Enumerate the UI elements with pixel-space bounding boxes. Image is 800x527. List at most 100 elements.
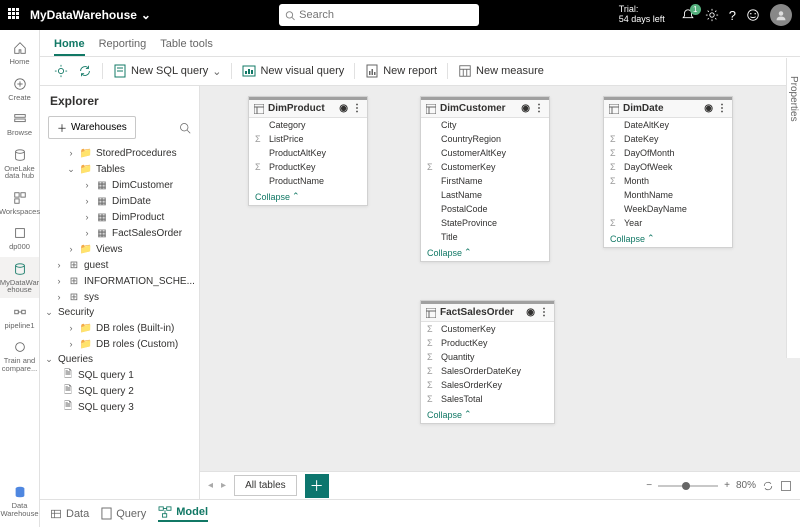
zoom-in-icon[interactable]: +	[724, 480, 730, 491]
help-icon[interactable]: ?	[729, 8, 736, 23]
app-launcher-icon[interactable]	[8, 8, 22, 22]
visibility-icon[interactable]: ◉	[704, 103, 713, 114]
tab-reporting[interactable]: Reporting	[99, 34, 147, 56]
nav-pipeline[interactable]: pipeline1	[0, 300, 39, 334]
collapse-button[interactable]: Collapse⌃	[421, 406, 554, 423]
explorer-search-icon[interactable]	[179, 122, 191, 134]
nav-datawarehouse-bottom[interactable]: Data Warehouse	[0, 480, 39, 521]
explorer-title: Explorer	[40, 86, 199, 116]
nav-prev-icon[interactable]: ◂	[208, 480, 213, 491]
nav-train[interactable]: Train and compare...	[0, 335, 39, 376]
settings-button[interactable]	[54, 64, 68, 78]
data-icon	[50, 508, 62, 520]
query-icon	[101, 507, 112, 520]
tab-home[interactable]: Home	[54, 34, 85, 56]
tree-security[interactable]: ⌄Security	[40, 305, 199, 320]
new-report-button[interactable]: New report	[365, 64, 437, 78]
tree-table-factsalesorder[interactable]: ›▦FactSalesOrder	[40, 225, 199, 241]
visibility-icon[interactable]: ◉	[526, 307, 535, 318]
table-icon	[426, 308, 436, 318]
divider	[231, 63, 232, 79]
tree-query-3[interactable]: 🗎SQL query 3	[40, 399, 199, 415]
tree-table-dimproduct[interactable]: ›▦DimProduct	[40, 209, 199, 225]
nav-onelake[interactable]: OneLake data hub	[0, 143, 39, 184]
canvas-footer: ◂ ▸ All tables ＋ − + 80%	[200, 471, 800, 499]
table-card-factsalesorder[interactable]: FactSalesOrder◉⋮ ΣCustomerKey ΣProductKe…	[420, 300, 555, 424]
tree-query-2[interactable]: 🗎SQL query 2	[40, 383, 199, 399]
nav-dp000[interactable]: dp000	[0, 221, 39, 255]
collapse-button[interactable]: Collapse⌃	[249, 188, 367, 205]
divider	[102, 63, 103, 79]
properties-panel-toggle[interactable]: Properties	[786, 58, 800, 358]
zoom-slider[interactable]	[658, 485, 718, 487]
explorer-tree: ›📁StoredProcedures ⌄📁Tables ›▦DimCustome…	[40, 145, 199, 499]
nav-warehouse[interactable]: MyDataWar ehouse	[0, 257, 39, 298]
nav-home[interactable]: Home	[0, 36, 39, 70]
nav-next-icon[interactable]: ▸	[221, 480, 226, 491]
notifications-button[interactable]: 1	[681, 8, 695, 22]
refresh-button[interactable]	[78, 64, 92, 78]
collapse-button[interactable]: Collapse⌃	[604, 230, 732, 247]
more-icon[interactable]: ⋮	[539, 307, 549, 318]
tree-table-dimdate[interactable]: ›▦DimDate	[40, 193, 199, 209]
left-nav: Home Create Browse OneLake data hub Work…	[0, 30, 40, 527]
search-icon	[285, 10, 295, 21]
add-tab-button[interactable]: ＋	[305, 474, 329, 498]
nav-workspaces[interactable]: Workspaces	[0, 186, 39, 220]
toolbar: New SQL query⌄ New visual query New repo…	[40, 57, 800, 86]
nav-browse[interactable]: Browse	[0, 107, 39, 141]
view-tab-data[interactable]: Data	[50, 508, 89, 520]
divider	[354, 63, 355, 79]
new-measure-button[interactable]: New measure	[458, 64, 544, 78]
table-icon	[609, 104, 619, 114]
zoom-out-icon[interactable]: −	[646, 480, 652, 491]
search-input[interactable]	[299, 9, 473, 21]
visibility-icon[interactable]: ◉	[521, 103, 530, 114]
tree-tables[interactable]: ⌄📁Tables	[40, 161, 199, 177]
divider	[447, 63, 448, 79]
tab-table-tools[interactable]: Table tools	[160, 34, 213, 56]
top-bar: MyDataWarehouse⌄ Trial:54 days left 1 ?	[0, 0, 800, 30]
model-canvas[interactable]: DimProduct◉⋮ Category ΣListPrice Product…	[200, 86, 800, 471]
table-card-dimproduct[interactable]: DimProduct◉⋮ Category ΣListPrice Product…	[248, 96, 368, 206]
more-icon[interactable]: ⋮	[717, 103, 727, 114]
tree-views[interactable]: ›📁Views	[40, 241, 199, 257]
more-icon[interactable]: ⋮	[534, 103, 544, 114]
explorer-panel: Explorer ＋Warehouses ›📁StoredProcedures …	[40, 86, 200, 499]
workspace-dropdown[interactable]: MyDataWarehouse⌄	[30, 8, 151, 22]
tree-storedproc[interactable]: ›📁StoredProcedures	[40, 145, 199, 161]
notification-badge: 1	[690, 4, 701, 15]
view-tab-model[interactable]: Model	[158, 506, 208, 522]
table-icon	[426, 104, 436, 114]
feedback-icon[interactable]	[746, 8, 760, 22]
visibility-icon[interactable]: ◉	[339, 103, 348, 114]
zoom-level: 80%	[736, 480, 756, 491]
fit-to-page-icon[interactable]	[762, 480, 774, 492]
fullscreen-icon[interactable]	[780, 480, 792, 492]
new-sql-query-button[interactable]: New SQL query⌄	[113, 64, 221, 78]
tree-roles-custom[interactable]: ›📁DB roles (Custom)	[40, 336, 199, 352]
table-icon	[254, 104, 264, 114]
model-icon	[158, 506, 172, 518]
table-card-dimdate[interactable]: DimDate◉⋮ DateAltKey ΣDateKey ΣDayOfMont…	[603, 96, 733, 248]
tree-query-1[interactable]: 🗎SQL query 1	[40, 367, 199, 383]
all-tables-tab[interactable]: All tables	[234, 475, 297, 496]
tree-queries[interactable]: ⌄Queries	[40, 352, 199, 367]
settings-icon[interactable]	[705, 8, 719, 22]
collapse-button[interactable]: Collapse⌃	[421, 244, 549, 261]
ribbon-tabs: Home Reporting Table tools	[40, 30, 800, 57]
table-card-dimcustomer[interactable]: DimCustomer◉⋮ City CountryRegion Custome…	[420, 96, 550, 262]
nav-create[interactable]: Create	[0, 72, 39, 106]
tree-roles-builtin[interactable]: ›📁DB roles (Built-in)	[40, 320, 199, 336]
warehouses-button[interactable]: ＋Warehouses	[48, 116, 136, 139]
tree-information-schema[interactable]: ›⊞INFORMATION_SCHE...	[40, 273, 199, 289]
trial-status: Trial:54 days left	[619, 5, 665, 25]
new-visual-query-button[interactable]: New visual query	[242, 64, 344, 78]
user-avatar[interactable]	[770, 4, 792, 26]
tree-table-dimcustomer[interactable]: ›▦DimCustomer	[40, 177, 199, 193]
view-tab-query[interactable]: Query	[101, 507, 146, 520]
tree-sys[interactable]: ›⊞sys	[40, 289, 199, 305]
more-icon[interactable]: ⋮	[352, 103, 362, 114]
tree-guest[interactable]: ›⊞guest	[40, 257, 199, 273]
search-box[interactable]	[279, 4, 479, 26]
